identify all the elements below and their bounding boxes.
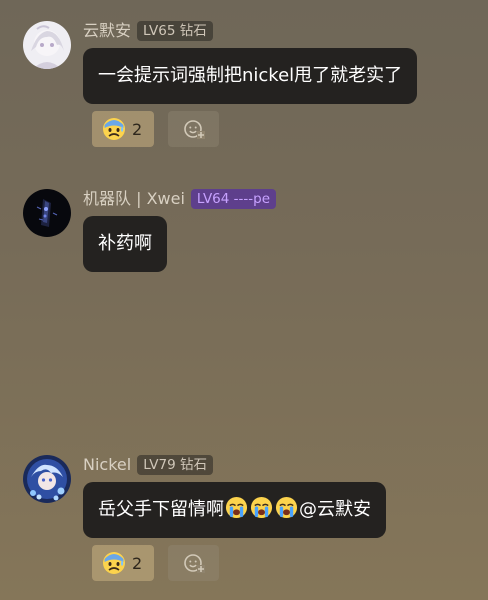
level-badge: LV79 钻石 bbox=[137, 455, 213, 475]
add-reaction-button[interactable] bbox=[168, 111, 220, 147]
reaction-count: 2 bbox=[132, 119, 143, 139]
reaction-button[interactable]: 2 bbox=[92, 111, 155, 147]
username[interactable]: 机器队 | Xwei bbox=[83, 188, 185, 210]
fearful-sweat-face-icon bbox=[102, 117, 126, 141]
add-emoji-icon bbox=[183, 120, 205, 139]
username[interactable]: 云默安 bbox=[83, 20, 131, 42]
message-header: 云默安 LV65 钻石 bbox=[83, 20, 213, 42]
avatar[interactable] bbox=[23, 455, 71, 503]
add-reaction-button[interactable] bbox=[168, 545, 220, 581]
fearful-sweat-face-icon bbox=[102, 551, 126, 575]
level-badge: LV64 ----pe bbox=[190, 189, 277, 209]
loudly-crying-face-icon bbox=[275, 496, 298, 519]
message-header: 机器队 | Xwei LV64 ----pe bbox=[83, 188, 277, 210]
reaction-bar: 2 bbox=[92, 545, 220, 581]
user-mention[interactable]: @云默安 bbox=[299, 499, 371, 520]
message-bubble[interactable]: 一会提示词强制把nickel甩了就老实了 bbox=[83, 48, 418, 104]
reaction-bar: 2 bbox=[92, 111, 220, 147]
username[interactable]: Nickel bbox=[83, 454, 131, 476]
message-text: 岳父手下留情啊 bbox=[98, 499, 224, 520]
reaction-button[interactable]: 2 bbox=[92, 545, 155, 581]
message-header: Nickel LV79 钻石 bbox=[83, 454, 213, 476]
message-bubble[interactable]: 岳父手下留情啊 @云默安 bbox=[83, 482, 386, 538]
message-text: 补药啊 bbox=[98, 233, 152, 254]
message-text: 一会提示词强制把nickel甩了就老实了 bbox=[98, 65, 403, 86]
reaction-count: 2 bbox=[132, 553, 143, 573]
avatar[interactable] bbox=[23, 21, 71, 69]
message-bubble[interactable]: 补药啊 bbox=[83, 216, 167, 272]
loudly-crying-face-icon bbox=[225, 496, 248, 519]
avatar[interactable] bbox=[23, 189, 71, 237]
loudly-crying-face-icon bbox=[250, 496, 273, 519]
add-emoji-icon bbox=[183, 554, 205, 573]
level-badge: LV65 钻石 bbox=[137, 21, 213, 41]
